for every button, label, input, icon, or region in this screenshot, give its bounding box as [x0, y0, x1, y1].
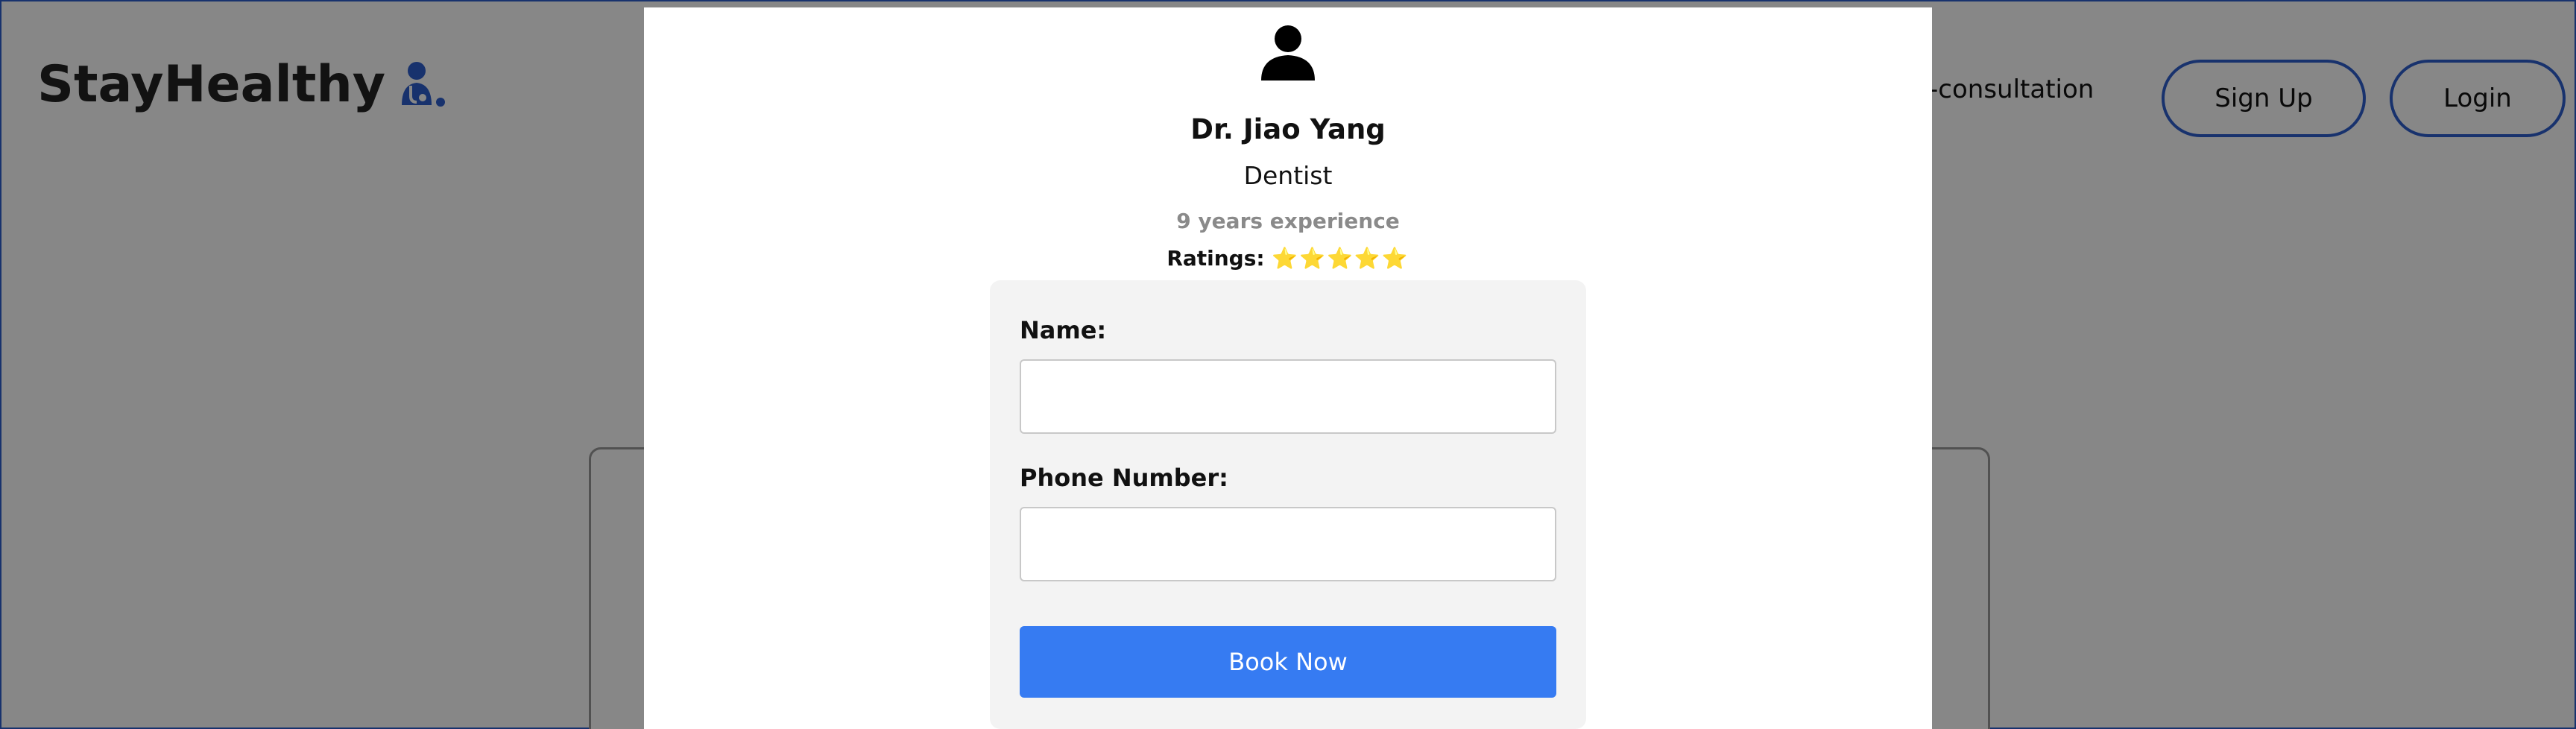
user-icon: [1261, 25, 1315, 81]
doctor-ratings: Ratings: ⭐⭐⭐⭐⭐: [644, 246, 1932, 271]
ratings-label: Ratings:: [1167, 246, 1265, 271]
book-now-button[interactable]: Book Now: [1020, 626, 1556, 698]
booking-modal: Dr. Jiao Yang Dentist 9 years experience…: [644, 7, 1932, 729]
phone-input[interactable]: [1020, 507, 1556, 581]
name-input[interactable]: [1020, 359, 1556, 434]
booking-form: Name: Phone Number: Book Now: [990, 280, 1586, 729]
doctor-speciality: Dentist: [1243, 161, 1333, 190]
name-label: Name:: [1020, 316, 1107, 344]
rating-stars-icon: ⭐⭐⭐⭐⭐: [1272, 246, 1409, 271]
doctor-experience: 9 years experience: [1176, 209, 1400, 233]
phone-label: Phone Number:: [1020, 464, 1228, 492]
doctor-name: Dr. Jiao Yang: [1190, 113, 1386, 145]
